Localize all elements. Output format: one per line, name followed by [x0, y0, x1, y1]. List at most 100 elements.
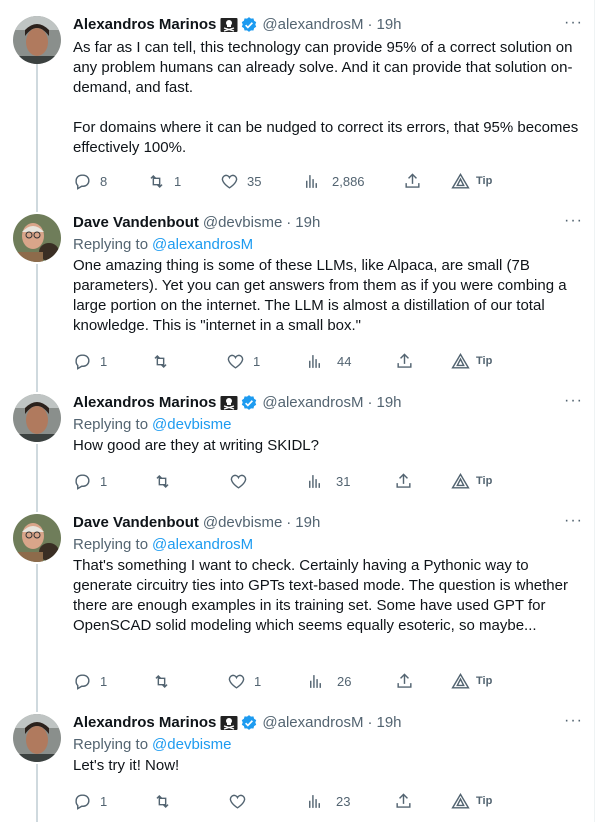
- author-name[interactable]: Dave Vandenbout: [73, 213, 199, 233]
- views-chart-icon: [309, 354, 320, 368]
- tip-button[interactable]: Tip: [451, 669, 492, 693]
- share-button[interactable]: [394, 789, 413, 813]
- verified-badge-icon[interactable]: [240, 16, 258, 34]
- verified-badge-icon[interactable]: [240, 714, 258, 732]
- author-name[interactable]: Dave Vandenbout: [73, 513, 199, 533]
- retweet-button[interactable]: [153, 789, 180, 813]
- reply-icon: [75, 353, 90, 370]
- share-button[interactable]: [395, 669, 414, 693]
- tweet-header: Dave Vandenbout @devbisme · 19h: [73, 212, 583, 234]
- tweet-actions: 8 1 35 2,886 Tip: [73, 169, 503, 193]
- tip-button[interactable]: Tip: [451, 789, 492, 813]
- share-icon: [405, 172, 420, 188]
- replying-to: Replying to @devbisme: [73, 415, 232, 435]
- like-button[interactable]: [229, 469, 256, 493]
- author-name[interactable]: Alexandros Marinos: [73, 393, 216, 413]
- share-button[interactable]: [403, 169, 422, 193]
- more-options-icon[interactable]: ···: [564, 392, 583, 410]
- tweet[interactable]: Alexandros Marinos @alexandrosM · 19h ··…: [73, 392, 583, 456]
- pirate-flag-icon: [220, 395, 238, 411]
- reply-button[interactable]: 1: [73, 349, 107, 373]
- tweet-text: That's something I want to check. Certai…: [73, 556, 583, 636]
- tweet[interactable]: Dave Vandenbout @devbisme · 19h ··· Repl…: [73, 212, 583, 336]
- author-name[interactable]: Alexandros Marinos: [73, 15, 216, 35]
- timestamp[interactable]: 19h: [376, 15, 401, 35]
- tweet-text: One amazing thing is some of these LLMs,…: [73, 256, 583, 336]
- timestamp[interactable]: 19h: [376, 393, 401, 413]
- author-handle[interactable]: @alexandrosM: [262, 15, 363, 35]
- views-button[interactable]: 31: [305, 469, 350, 493]
- mention-link[interactable]: @alexandrosM: [152, 235, 253, 255]
- tweet-paragraph: Let's try it! Now!: [73, 757, 180, 774]
- author-handle[interactable]: @alexandrosM: [262, 393, 363, 413]
- retweet-icon: [154, 354, 167, 368]
- more-options-icon[interactable]: ···: [564, 512, 583, 530]
- share-button[interactable]: [395, 349, 414, 373]
- timestamp[interactable]: 19h: [376, 713, 401, 733]
- reply-button[interactable]: 8: [73, 169, 107, 193]
- author-handle[interactable]: @devbisme: [203, 213, 282, 233]
- tweet[interactable]: Dave Vandenbout @devbisme · 19h ··· Repl…: [73, 512, 583, 636]
- tip-button[interactable]: Tip: [451, 169, 492, 193]
- tweet-header: Alexandros Marinos @alexandrosM · 19h: [73, 712, 583, 734]
- thread-line: [36, 64, 38, 212]
- separator: ·: [367, 714, 373, 731]
- tweet-paragraph: One amazing thing is some of these LLMs,…: [73, 257, 567, 334]
- replying-to: Replying to @alexandrosM: [73, 235, 254, 255]
- mention-link[interactable]: @alexandrosM: [152, 535, 253, 555]
- avatar[interactable]: [13, 714, 61, 762]
- share-button[interactable]: [394, 469, 413, 493]
- heart-icon: [221, 174, 238, 189]
- tip-icon: [451, 472, 470, 489]
- author-handle[interactable]: @devbisme: [203, 513, 282, 533]
- retweet-button[interactable]: [153, 469, 180, 493]
- timestamp[interactable]: 19h: [295, 213, 320, 233]
- retweet-button[interactable]: 1: [147, 169, 181, 193]
- separator: ·: [367, 16, 373, 33]
- views-button[interactable]: 23: [305, 789, 350, 813]
- tip-button[interactable]: Tip: [451, 469, 492, 493]
- author-handle[interactable]: @alexandrosM: [262, 713, 363, 733]
- retweet-button[interactable]: [152, 669, 179, 693]
- tweet-header: Dave Vandenbout @devbisme · 19h: [73, 512, 583, 534]
- tweet-paragraph: For domains where it can be nudged to co…: [73, 119, 579, 156]
- views-chart-icon: [309, 794, 320, 808]
- avatar[interactable]: [13, 214, 61, 262]
- like-button[interactable]: 1: [227, 669, 261, 693]
- verified-badge-icon[interactable]: [240, 394, 258, 412]
- retweet-icon: [155, 674, 168, 688]
- views-button[interactable]: 2,886: [302, 169, 365, 193]
- more-options-icon[interactable]: ···: [564, 212, 583, 230]
- like-button[interactable]: 1: [226, 349, 260, 373]
- author-name[interactable]: Alexandros Marinos: [73, 713, 216, 733]
- replying-to: Replying to @alexandrosM: [73, 535, 254, 555]
- like-button[interactable]: 35: [220, 169, 261, 193]
- tweet[interactable]: Alexandros Marinos @alexandrosM · 19h ··…: [73, 712, 583, 776]
- avatar[interactable]: [13, 16, 61, 64]
- mention-link[interactable]: @devbisme: [152, 735, 231, 755]
- mention-link[interactable]: @devbisme: [152, 415, 231, 435]
- avatar[interactable]: [13, 394, 61, 442]
- reply-button[interactable]: 1: [73, 789, 107, 813]
- reply-button[interactable]: 1: [73, 469, 107, 493]
- avatar[interactable]: [13, 514, 61, 562]
- tweet[interactable]: Alexandros Marinos @alexandrosM · 19h ··…: [73, 14, 583, 158]
- more-options-icon[interactable]: ···: [564, 14, 583, 32]
- views-button[interactable]: 44: [305, 349, 351, 373]
- reply-button[interactable]: 1: [73, 669, 107, 693]
- more-options-icon[interactable]: ···: [564, 712, 583, 730]
- reply-icon: [75, 173, 90, 190]
- timestamp[interactable]: 19h: [295, 513, 320, 533]
- tip-icon: [451, 792, 470, 809]
- thread-line: [36, 564, 38, 712]
- tweet-actions: 1 31 Tip: [73, 469, 503, 493]
- heart-icon: [229, 794, 246, 809]
- separator: ·: [286, 514, 292, 531]
- views-button[interactable]: 26: [306, 669, 351, 693]
- views-chart-icon: [306, 174, 317, 188]
- heart-icon: [230, 474, 247, 489]
- tip-button[interactable]: Tip: [451, 349, 492, 373]
- like-button[interactable]: [228, 789, 255, 813]
- thread-line: [36, 264, 38, 392]
- retweet-button[interactable]: [151, 349, 178, 373]
